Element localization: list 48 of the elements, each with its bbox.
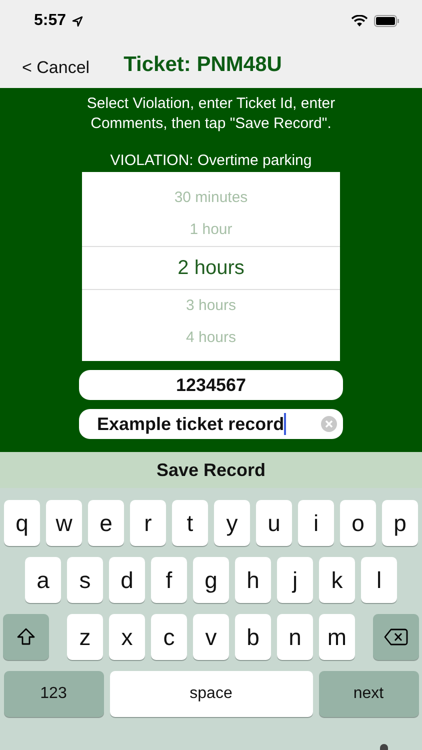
key[interactable]: z [67, 614, 103, 660]
wifi-icon [351, 15, 368, 27]
battery-icon [374, 15, 400, 27]
screen-title: Ticket: PNM48U [124, 53, 282, 77]
delete-key[interactable] [373, 614, 419, 660]
key[interactable]: x [109, 614, 145, 660]
key[interactable]: w [46, 500, 82, 546]
key[interactable]: s [67, 557, 103, 603]
key[interactable]: i [298, 500, 334, 546]
key[interactable]: a [25, 557, 61, 603]
key[interactable]: y [214, 500, 250, 546]
key[interactable]: k [319, 557, 355, 603]
duration-picker[interactable]: 30 minutes 1 hour 2 hours 3 hours 4 hours [82, 172, 340, 361]
key[interactable]: c [151, 614, 187, 660]
key[interactable]: m [319, 614, 355, 660]
key[interactable]: j [277, 557, 313, 603]
key[interactable]: p [382, 500, 418, 546]
delete-icon [384, 628, 408, 646]
key[interactable]: b [235, 614, 271, 660]
key[interactable]: l [361, 557, 397, 603]
mode-key[interactable]: next [318, 671, 418, 717]
comments-field[interactable]: Example ticket record [79, 409, 343, 439]
key[interactable]: e [88, 500, 124, 546]
status-time: 5:57 [34, 12, 66, 30]
location-arrow-icon [72, 16, 84, 26]
key[interactable]: v [193, 614, 229, 660]
space-key[interactable]: space [110, 671, 312, 717]
key[interactable]: g [193, 557, 229, 603]
key[interactable]: q [4, 500, 40, 546]
key[interactable]: d [109, 557, 145, 603]
save-record-button[interactable]: Save Record [0, 452, 422, 488]
key[interactable]: r [130, 500, 166, 546]
instructions-text: Select Violation, enter Ticket Id, enter Comments, then tap "Save Record". [86, 94, 336, 134]
shift-key[interactable] [3, 614, 49, 660]
key[interactable]: t [172, 500, 208, 546]
key[interactable]: o [340, 500, 376, 546]
key[interactable]: h [235, 557, 271, 603]
ticket-id-field[interactable]: 1234567 [79, 370, 343, 400]
key[interactable]: u [256, 500, 292, 546]
mode-key[interactable]: 123 [4, 671, 104, 717]
violation-label: VIOLATION: Overtime parking [110, 152, 312, 169]
picker-option[interactable]: 2 hours [82, 246, 340, 290]
key[interactable]: f [151, 557, 187, 603]
home-indicator [380, 744, 388, 750]
shift-icon [16, 627, 36, 647]
cancel-button[interactable]: < Cancel [22, 58, 90, 78]
comments-value: Example ticket record [97, 414, 284, 434]
key[interactable]: n [277, 614, 313, 660]
